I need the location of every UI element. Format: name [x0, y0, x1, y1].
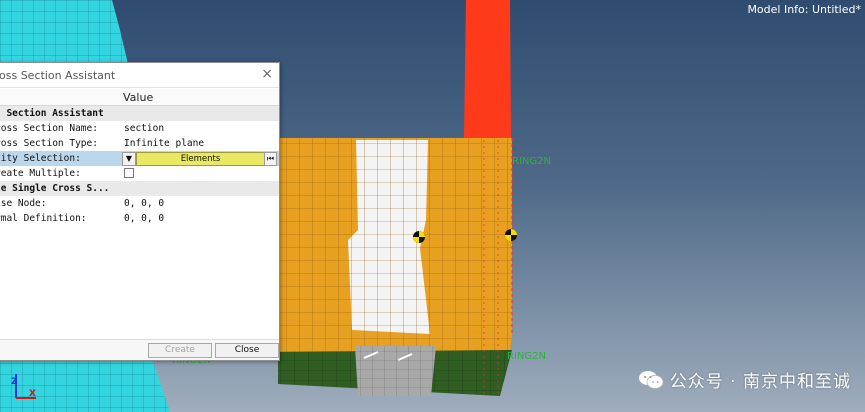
- cross-section-assistant-dialog[interactable]: oss Section Assistant × Value s Section …: [0, 62, 280, 361]
- close-icon[interactable]: ×: [261, 66, 273, 82]
- base-node-value[interactable]: 0, 0, 0: [124, 198, 164, 209]
- dialog-title: oss Section Assistant: [0, 69, 116, 82]
- spring-label: RING2N: [507, 351, 546, 362]
- row-cross-section-name[interactable]: ross Section Name: section: [0, 121, 279, 136]
- row-entity-selection[interactable]: tity Selection: ▼ Elements ⏮: [0, 151, 279, 166]
- row-label: ross Section Name:: [0, 123, 98, 134]
- model-info-label: Model Info: Untitled*: [747, 3, 861, 16]
- section-cross-section-assistant[interactable]: s Section Assistant: [0, 106, 279, 121]
- row-cross-section-type[interactable]: ross Section Type: Infinite plane: [0, 136, 279, 151]
- row-label: reate Multiple:: [0, 168, 81, 179]
- value-column-header: Value: [123, 91, 154, 104]
- spring-label: RING2N: [512, 156, 551, 167]
- axis-x-label: X: [29, 389, 36, 399]
- cyan-plate-bottom: [0, 352, 170, 412]
- row-label: rmal Definition:: [0, 213, 87, 224]
- row-label: tity Selection:: [0, 153, 81, 164]
- watermark: 公众号 · 南京中和至诚: [638, 367, 851, 392]
- cross-section-name-value[interactable]: section: [124, 123, 164, 134]
- create-multiple-checkbox[interactable]: [124, 168, 134, 178]
- row-base-node[interactable]: ase Node: 0, 0, 0: [0, 196, 279, 211]
- axis-z-label: Z: [11, 377, 18, 387]
- reset-selection-icon[interactable]: ⏮: [264, 152, 277, 166]
- row-label: te Single Cross S...: [0, 183, 110, 194]
- section-create-single-cross-section[interactable]: te Single Cross S...: [0, 181, 279, 196]
- elements-selector-button[interactable]: Elements: [136, 152, 265, 166]
- row-label: s Section Assistant: [0, 108, 104, 119]
- row-normal-definition[interactable]: rmal Definition: 0, 0, 0: [0, 211, 279, 226]
- row-label: ross Section Type:: [0, 138, 98, 149]
- spring-marker-2: [505, 229, 517, 241]
- cyan-plate-top: [0, 0, 128, 64]
- row-create-multiple[interactable]: reate Multiple:: [0, 166, 279, 181]
- chevron-down-icon[interactable]: ▼: [122, 152, 136, 166]
- dialog-footer: Create Close: [0, 339, 279, 360]
- property-grid: Value s Section Assistant ross Section N…: [0, 89, 279, 226]
- dialog-titlebar[interactable]: oss Section Assistant ×: [0, 63, 279, 88]
- normal-definition-value[interactable]: 0, 0, 0: [124, 213, 164, 224]
- create-button[interactable]: Create: [148, 343, 212, 358]
- grid-header: Value: [0, 89, 279, 106]
- watermark-text: 公众号 · 南京中和至诚: [669, 372, 851, 392]
- grey-strip: [355, 346, 436, 396]
- red-bar: [464, 0, 511, 138]
- cross-section-type-value[interactable]: Infinite plane: [124, 138, 204, 149]
- close-button[interactable]: Close: [215, 343, 279, 358]
- spring-marker-1: [413, 231, 425, 243]
- wechat-icon: [638, 370, 664, 389]
- row-label: ase Node:: [0, 198, 47, 209]
